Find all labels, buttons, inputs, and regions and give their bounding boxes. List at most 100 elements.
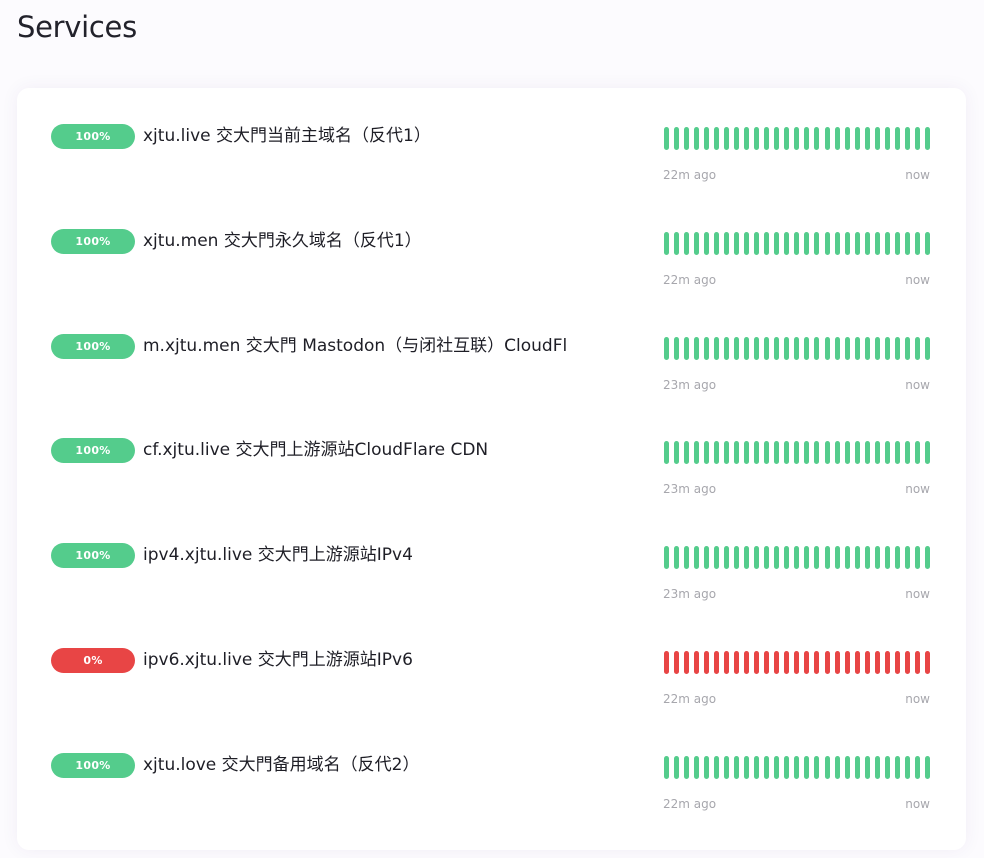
heartbeat-up[interactable] (734, 231, 740, 255)
heartbeat-up[interactable] (734, 441, 740, 465)
heartbeat-up[interactable] (864, 231, 870, 255)
heartbeat-up[interactable] (824, 546, 830, 570)
heartbeat-up[interactable] (884, 441, 890, 465)
heartbeat-up[interactable] (794, 127, 800, 150)
heartbeat-up[interactable] (824, 755, 830, 779)
heartbeat-up[interactable] (684, 231, 690, 255)
heartbeat-up[interactable] (834, 231, 840, 255)
service-row[interactable]: 0% ipv6.xjtu.live 交大門上游源站IPv6 22m ago no… (17, 612, 966, 706)
heartbeat-up[interactable] (724, 441, 730, 465)
heartbeat-up[interactable] (834, 336, 840, 360)
heartbeat-up[interactable] (914, 231, 920, 255)
heartbeat-up[interactable] (884, 231, 890, 255)
heartbeat-up[interactable] (914, 336, 920, 360)
heartbeat-up[interactable] (674, 546, 680, 570)
heartbeat-up[interactable] (824, 441, 830, 465)
heartbeat-up[interactable] (874, 441, 880, 465)
heartbeat-up[interactable] (924, 755, 930, 779)
heartbeat-up[interactable] (764, 546, 770, 570)
heartbeat-down[interactable] (884, 651, 890, 674)
heartbeat-up[interactable] (694, 546, 700, 570)
heartbeat-up[interactable] (754, 546, 760, 570)
heartbeat-up[interactable] (864, 127, 870, 150)
heartbeat-up[interactable] (814, 336, 820, 360)
heartbeat-up[interactable] (864, 441, 870, 465)
heartbeat-up[interactable] (814, 755, 820, 779)
heartbeat-down[interactable] (684, 651, 690, 674)
heartbeat-down[interactable] (814, 651, 820, 674)
heartbeat-up[interactable] (674, 755, 680, 779)
heartbeat-up[interactable] (774, 231, 780, 255)
heartbeat-up[interactable] (784, 127, 790, 150)
heartbeat-up[interactable] (754, 127, 760, 150)
service-name[interactable]: ipv4.xjtu.live 交大門上游源站IPv4 (143, 540, 631, 565)
heartbeat-up[interactable] (854, 755, 860, 779)
heartbeat-up[interactable] (924, 441, 930, 465)
service-row[interactable]: 100% ipv4.xjtu.live 交大門上游源站IPv4 23m ago … (17, 507, 966, 601)
heartbeat-down[interactable] (744, 651, 750, 674)
heartbeat-up[interactable] (724, 755, 730, 779)
heartbeat-down[interactable] (694, 651, 700, 674)
heartbeat-up[interactable] (904, 755, 910, 779)
heartbeat-up[interactable] (884, 127, 890, 150)
heartbeat-up[interactable] (794, 441, 800, 465)
heartbeat-up[interactable] (864, 755, 870, 779)
heartbeat-up[interactable] (804, 336, 810, 360)
service-row[interactable]: 100% cf.xjtu.live 交大門上游源站CloudFlare CDN … (17, 402, 966, 496)
heartbeat-up[interactable] (904, 127, 910, 150)
heartbeat-up[interactable] (904, 441, 910, 465)
heartbeat-up[interactable] (754, 231, 760, 255)
heartbeat-up[interactable] (864, 336, 870, 360)
service-row[interactable]: 100% m.xjtu.men 交大門 Mastodon（与闭社互联）Cloud… (17, 298, 966, 392)
heartbeat-up[interactable] (844, 441, 850, 465)
heartbeat-up[interactable] (704, 336, 710, 360)
heartbeat-up[interactable] (664, 127, 669, 150)
heartbeat-up[interactable] (884, 336, 890, 360)
heartbeat-up[interactable] (764, 441, 770, 465)
heartbeat-up[interactable] (894, 441, 900, 465)
heartbeat-up[interactable] (714, 546, 720, 570)
heartbeat-up[interactable] (764, 127, 770, 150)
heartbeat-up[interactable] (714, 231, 720, 255)
service-name[interactable]: ipv6.xjtu.live 交大門上游源站IPv6 (143, 645, 631, 670)
heartbeat-up[interactable] (894, 127, 900, 150)
heartbeat-up[interactable] (694, 127, 700, 150)
heartbeat-up[interactable] (704, 441, 710, 465)
heartbeat-up[interactable] (724, 546, 730, 570)
heartbeat-up[interactable] (774, 127, 780, 150)
heartbeat-up[interactable] (714, 755, 720, 779)
heartbeat-up[interactable] (664, 231, 669, 255)
heartbeat-up[interactable] (674, 127, 680, 150)
heartbeat-down[interactable] (734, 651, 740, 674)
heartbeat-up[interactable] (784, 546, 790, 570)
heartbeat-down[interactable] (804, 651, 810, 674)
heartbeat-up[interactable] (794, 755, 800, 779)
heartbeat-down[interactable] (724, 651, 730, 674)
heartbeat-up[interactable] (744, 336, 750, 360)
heartbeat-up[interactable] (744, 755, 750, 779)
heartbeat-down[interactable] (844, 651, 850, 674)
heartbeat-up[interactable] (844, 127, 850, 150)
heartbeat-up[interactable] (714, 336, 720, 360)
heartbeat-up[interactable] (784, 441, 790, 465)
heartbeat-up[interactable] (884, 546, 890, 570)
heartbeat-up[interactable] (754, 336, 760, 360)
heartbeat-up[interactable] (844, 755, 850, 779)
heartbeat-up[interactable] (724, 231, 730, 255)
heartbeat-up[interactable] (844, 336, 850, 360)
heartbeat-up[interactable] (804, 127, 810, 150)
heartbeat-up[interactable] (794, 546, 800, 570)
heartbeat-down[interactable] (764, 651, 770, 674)
heartbeat-up[interactable] (804, 231, 810, 255)
heartbeat-up[interactable] (704, 755, 710, 779)
heartbeat-down[interactable] (774, 651, 780, 674)
heartbeat-up[interactable] (874, 546, 880, 570)
heartbeat-up[interactable] (924, 546, 930, 570)
heartbeat-up[interactable] (774, 755, 780, 779)
heartbeat-down[interactable] (664, 651, 669, 674)
heartbeat-up[interactable] (744, 441, 750, 465)
heartbeat-up[interactable] (904, 336, 910, 360)
heartbeat-up[interactable] (694, 441, 700, 465)
heartbeat-up[interactable] (694, 336, 700, 360)
heartbeat-up[interactable] (754, 755, 760, 779)
